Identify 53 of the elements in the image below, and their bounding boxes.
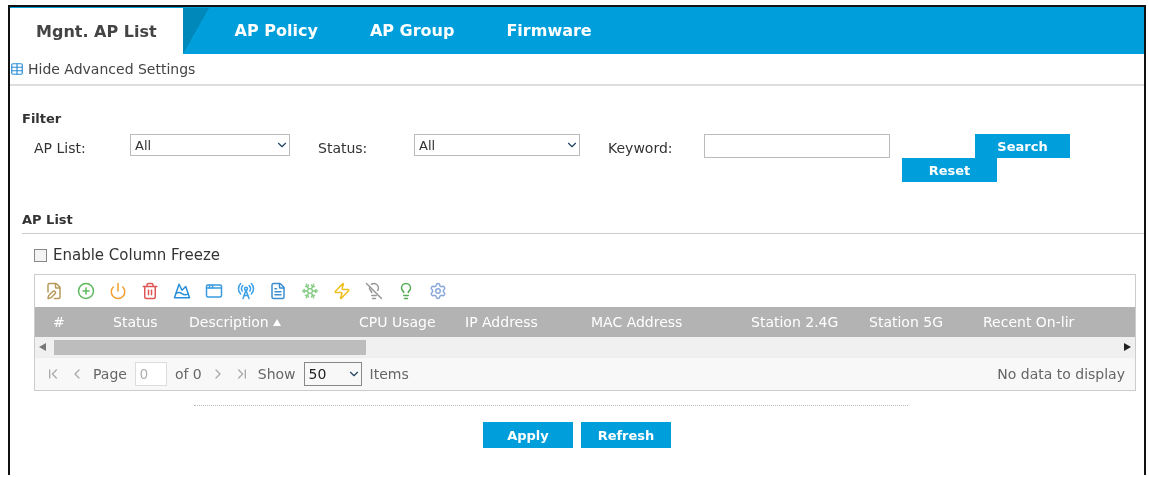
pencil-note-icon[interactable] [45, 282, 63, 300]
column-header[interactable]: Station 2.4G [751, 314, 869, 330]
dropdown[interactable]: All [130, 134, 290, 156]
field-label: Keyword: [608, 140, 674, 156]
sort-arrow-icon [272, 318, 281, 326]
delete-icon[interactable] [141, 282, 159, 300]
tab-corner [182, 8, 209, 54]
refresh-button[interactable]: Refresh [581, 422, 671, 448]
keyword-field[interactable] [704, 134, 890, 158]
dropdown[interactable]: All [414, 134, 580, 156]
page-count: of 0 [174, 366, 202, 382]
log-file-icon[interactable] [269, 282, 287, 300]
column-header[interactable]: CPU Usage [359, 314, 465, 330]
lightning-icon[interactable] [333, 282, 351, 300]
checkbox-label: Enable Column Freeze [53, 246, 220, 264]
scrollbar-thumb[interactable] [54, 339, 366, 355]
window-icon[interactable] [205, 282, 223, 300]
snowflake-icon[interactable] [301, 282, 319, 300]
field-label: AP List: [34, 140, 87, 156]
tab[interactable]: Mgnt. AP List [10, 8, 183, 54]
section-title: Filter [21, 111, 63, 126]
column-header[interactable]: Status [113, 314, 189, 330]
items-label: Items [369, 366, 409, 382]
column-header[interactable]: Station 5G [869, 314, 983, 330]
apply-button[interactable]: Apply [483, 422, 573, 448]
table-icon [10, 62, 24, 76]
antenna-icon[interactable] [237, 282, 255, 300]
hide-advanced-link[interactable]: Hide Advanced Settings [28, 61, 196, 77]
page-label: Page [93, 366, 127, 382]
search-button[interactable]: Search [975, 134, 1070, 158]
settings-icon[interactable] [429, 282, 447, 300]
column-header[interactable]: # [35, 314, 113, 330]
tab[interactable]: AP Group [343, 7, 481, 54]
column-header[interactable]: MAC Address [591, 314, 751, 330]
tab[interactable]: Firmware [480, 7, 618, 54]
field-label: Status: [318, 140, 369, 156]
column-header[interactable]: IP Address [465, 314, 591, 330]
checkbox[interactable] [34, 248, 47, 262]
scroll-left-icon[interactable] [39, 343, 46, 351]
add-icon[interactable] [77, 282, 95, 300]
tab[interactable]: AP Policy [208, 7, 344, 54]
section-title: AP List [21, 212, 74, 227]
mountain-icon[interactable] [173, 282, 191, 300]
reset-button[interactable]: Reset [902, 158, 997, 182]
scroll-right-icon[interactable] [1124, 343, 1131, 351]
column-header[interactable]: Recent On-lir [983, 314, 1103, 330]
empty-message: No data to display [997, 366, 1125, 382]
page-field[interactable]: 0 [134, 362, 167, 386]
power-icon[interactable] [109, 282, 127, 300]
show-label: Show [257, 366, 296, 382]
bulb-off-icon[interactable] [365, 282, 383, 300]
page-size-dropdown[interactable]: 50 [303, 362, 362, 386]
column-header[interactable]: Description [189, 314, 359, 330]
